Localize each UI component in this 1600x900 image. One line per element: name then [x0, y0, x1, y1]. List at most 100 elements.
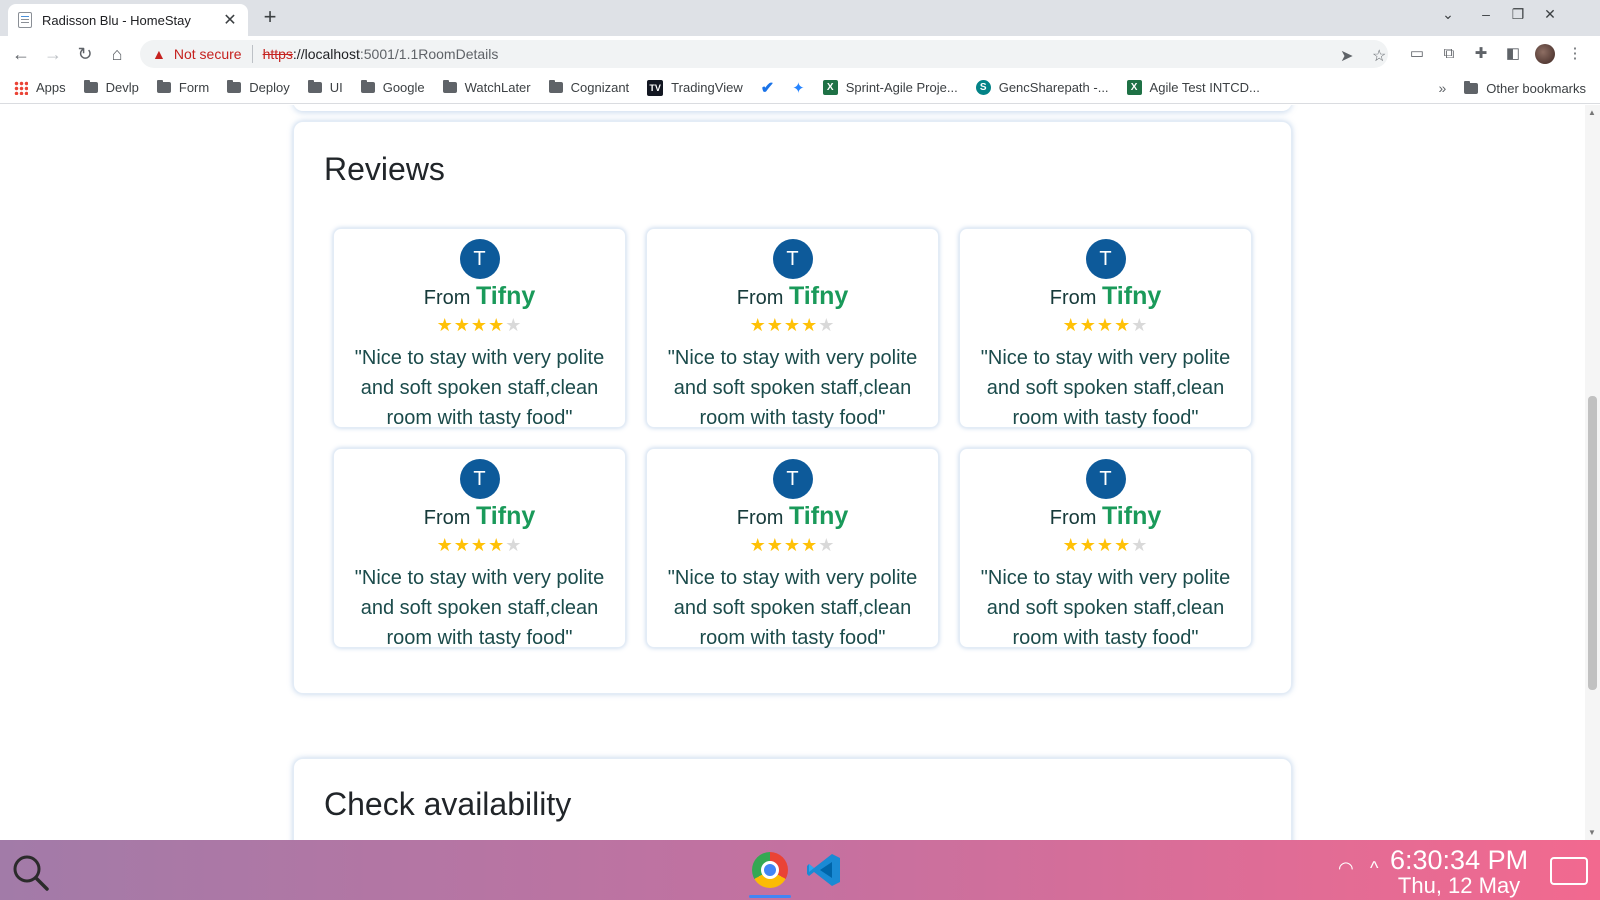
bookmarks-bar: Apps Devlp Form Deploy UI Google WatchLa…	[0, 72, 1600, 104]
divider	[251, 45, 253, 63]
bookmark-folder-cognizant[interactable]: Cognizant	[548, 80, 630, 95]
tab-title: Radisson Blu - HomeStay	[42, 12, 191, 28]
browser-tab[interactable]: Radisson Blu - HomeStay ✕	[8, 4, 248, 36]
reviewer-line: From Tifny	[334, 502, 625, 531]
folder-icon	[156, 80, 171, 93]
reviewer-name: Tifny	[788, 282, 849, 310]
sharepoint-icon: S	[975, 80, 991, 95]
jira-bookmark-icon[interactable]: ✦	[792, 79, 805, 97]
bookmark-gencsharepath[interactable]: S GencSharepath -...	[975, 80, 1109, 95]
bookmark-folder-google[interactable]: Google	[360, 80, 425, 95]
menu-dots-icon[interactable]: ⋮	[1565, 44, 1585, 64]
from-label: From	[736, 287, 784, 309]
more-bookmarks-icon[interactable]: »	[1439, 80, 1447, 96]
tray-expand-icon[interactable]: ^	[1370, 858, 1378, 879]
from-label: From	[423, 287, 471, 309]
excel-icon: X	[822, 80, 838, 95]
avatar: T	[459, 459, 500, 499]
extensions-icon[interactable]: ✚	[1471, 44, 1491, 64]
review-card: T From Tifny ★★★★★ "Nice to stay with very …	[959, 228, 1252, 429]
address-bar[interactable]: ▲ Not secure https://localhost:5001/1.1R…	[140, 40, 1388, 68]
bookmark-label: Cognizant	[570, 80, 630, 95]
warning-icon[interactable]: ▲	[152, 46, 166, 62]
tradingview-icon: TV	[647, 79, 664, 96]
bookmark-folder-devlp[interactable]: Devlp	[83, 80, 139, 95]
side-panel-icon[interactable]: ◧	[1503, 44, 1523, 64]
send-icon[interactable]: ➤	[1340, 46, 1353, 66]
bookmark-folder-form[interactable]: Form	[156, 80, 209, 95]
star-empty-icon: ★	[505, 535, 523, 555]
wifi-icon[interactable]: ◠	[1338, 858, 1354, 879]
checkmark-bookmark-icon[interactable]: ✔	[761, 78, 774, 98]
bookmark-apps[interactable]: Apps	[14, 80, 66, 95]
reload-button[interactable]: ↻	[73, 42, 97, 66]
back-button[interactable]: ←	[9, 42, 33, 66]
star-filled-icon: ★	[488, 535, 506, 555]
bookmark-star-icon[interactable]: ☆	[1372, 46, 1386, 66]
avatar: T	[772, 459, 813, 499]
reviews-heading: Reviews	[324, 151, 445, 187]
star-rating: ★★★★★	[647, 315, 938, 335]
folder-icon	[227, 80, 242, 93]
minimize-button[interactable]: –	[1475, 6, 1497, 22]
search-icon[interactable]	[10, 852, 50, 892]
taskbar: ◠ ^ 6:30:34 PM Thu, 12 May	[0, 840, 1600, 900]
restore-button[interactable]: ❐	[1507, 6, 1529, 23]
bookmark-folder-watchlater[interactable]: WatchLater	[442, 80, 531, 95]
show-desktop-icon[interactable]	[1550, 857, 1588, 885]
avatar: T	[772, 239, 813, 279]
url-protocol: https	[262, 46, 293, 62]
star-filled-icon: ★	[766, 315, 784, 335]
bookmark-folder-deploy[interactable]: Deploy	[227, 80, 290, 95]
star-empty-icon: ★	[818, 535, 836, 555]
reviewer-line: From Tifny	[647, 282, 938, 311]
bookmark-tradingview[interactable]: TV TradingView	[647, 79, 743, 96]
profile-avatar[interactable]	[1535, 44, 1555, 64]
home-button[interactable]: ⌂	[105, 42, 129, 66]
chrome-icon[interactable]	[752, 852, 788, 888]
reviewer-name: Tifny	[475, 282, 536, 310]
review-card: T From Tifny ★★★★★ "Nice to stay with very …	[959, 448, 1252, 649]
folder-icon	[360, 80, 375, 93]
excel-icon: X	[1126, 80, 1142, 95]
scroll-down-arrow-icon[interactable]: ▼	[1588, 828, 1596, 837]
star-filled-icon: ★	[453, 535, 471, 555]
bookmark-folder-ui[interactable]: UI	[307, 80, 343, 95]
star-filled-icon: ★	[436, 535, 454, 555]
scrollbar-thumb[interactable]	[1588, 396, 1597, 690]
picture-in-picture-icon[interactable]: ▭	[1407, 44, 1427, 64]
star-filled-icon: ★	[783, 315, 802, 335]
other-bookmarks[interactable]: Other bookmarks	[1464, 80, 1586, 96]
bookmarks-right: » Other bookmarks	[1439, 72, 1587, 104]
system-clock[interactable]: 6:30:34 PM Thu, 12 May	[1390, 846, 1528, 898]
folder-icon	[307, 80, 322, 93]
reviewer-line: From Tifny	[960, 282, 1251, 311]
new-tab-button[interactable]: +	[258, 4, 282, 30]
bookmark-sprint-agile[interactable]: X Sprint-Agile Proje...	[822, 80, 958, 95]
forward-button[interactable]: →	[41, 42, 65, 66]
tab-strip: Radisson Blu - HomeStay ✕ + ⌄ – ❐ ✕	[0, 0, 1600, 36]
tab-close-icon[interactable]: ✕	[222, 10, 238, 30]
bookmark-agile-test[interactable]: X Agile Test INTCD...	[1126, 80, 1260, 95]
star-empty-icon: ★	[1131, 315, 1149, 335]
reviewer-line: From Tifny	[960, 502, 1251, 531]
close-window-button[interactable]: ✕	[1539, 6, 1561, 23]
vscode-icon[interactable]	[806, 852, 842, 888]
availability-section: Check availability	[293, 758, 1292, 840]
star-filled-icon: ★	[1079, 535, 1097, 555]
security-status[interactable]: Not secure	[174, 46, 242, 62]
tab-search-icon[interactable]: ⌄	[1437, 6, 1459, 23]
review-text: "Nice to stay with very polite and soft …	[667, 347, 918, 429]
bookmark-label: Apps	[36, 80, 66, 95]
review-text: "Nice to stay with very polite and soft …	[980, 567, 1231, 649]
apps-grid-icon	[14, 80, 28, 95]
screenshot-icon[interactable]: ⧉	[1439, 44, 1459, 64]
scroll-up-arrow-icon[interactable]: ▲	[1588, 108, 1596, 117]
star-filled-icon: ★	[453, 315, 471, 335]
page-viewport[interactable]: Reviews T From Tifny ★★★★★ "Nice to stay wi…	[0, 105, 1600, 840]
from-label: From	[736, 507, 784, 529]
page-favicon-icon	[18, 12, 32, 28]
clock-time: 6:30:34 PM	[1390, 845, 1529, 875]
star-filled-icon: ★	[1114, 315, 1132, 335]
star-filled-icon: ★	[766, 535, 784, 555]
